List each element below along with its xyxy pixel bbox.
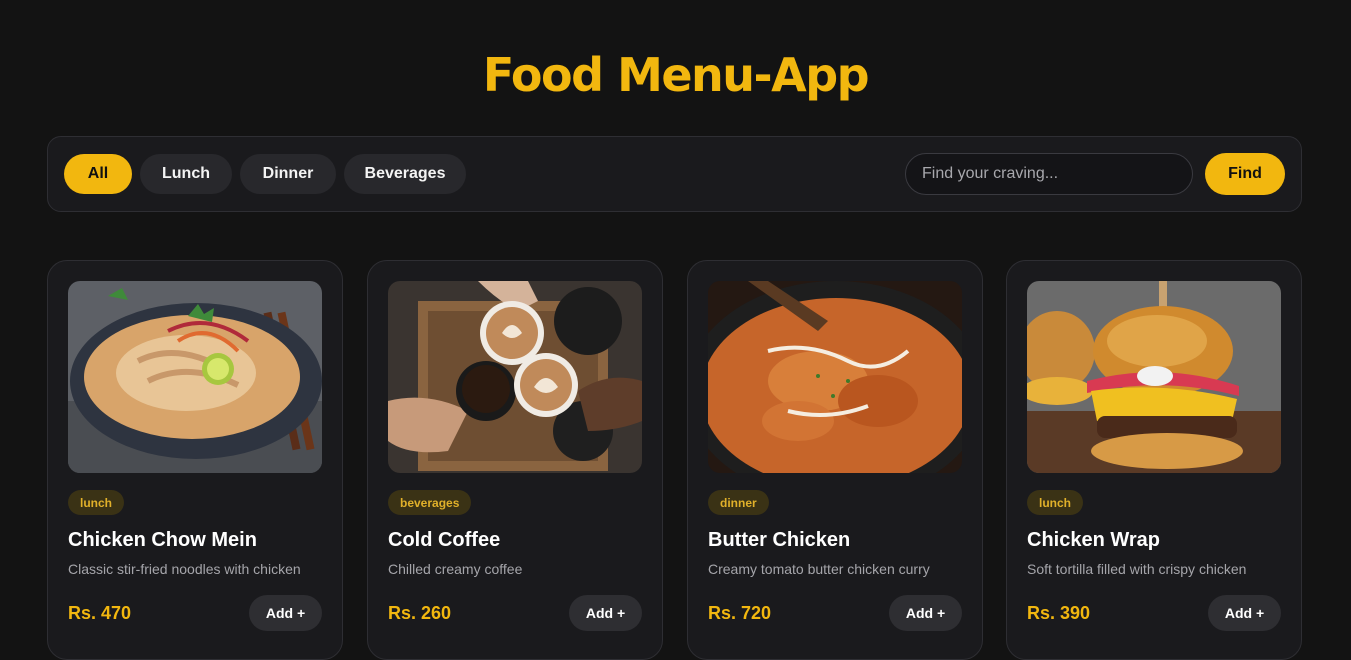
menu-card: beverages Cold Coffee Chilled creamy cof… (367, 260, 663, 660)
item-name: Butter Chicken (708, 529, 851, 551)
search-input[interactable] (905, 153, 1193, 195)
curry-pan-photo (708, 281, 962, 473)
item-name: Chicken Chow Mein (68, 529, 257, 551)
item-name: Chicken Wrap (1027, 529, 1160, 551)
menu-card: lunch Chicken Chow Mein Classic stir-fri… (47, 260, 343, 660)
filter-lunch-button[interactable]: Lunch (140, 154, 232, 194)
burger-photo (1027, 281, 1281, 473)
noodle-bowl-photo (68, 281, 322, 473)
item-description: Classic stir-fried noodles with chicken (68, 561, 301, 577)
item-description: Chilled creamy coffee (388, 561, 523, 577)
category-badge: lunch (68, 490, 124, 515)
item-description: Soft tortilla filled with crispy chicken (1027, 561, 1247, 577)
menu-card: lunch Chicken Wrap Soft tortilla filled … (1006, 260, 1302, 660)
category-badge: beverages (388, 490, 472, 515)
item-price: Rs. 720 (708, 603, 772, 623)
add-to-cart-button[interactable]: Add + (249, 595, 322, 631)
add-to-cart-button[interactable]: Add + (1208, 595, 1281, 631)
add-to-cart-button[interactable]: Add + (889, 595, 962, 631)
filter-all-button[interactable]: All (64, 154, 132, 194)
item-price: Rs. 260 (388, 603, 452, 623)
item-price: Rs. 390 (1027, 603, 1091, 623)
find-button[interactable]: Find (1205, 153, 1285, 195)
page-title: Food Menu-App (482, 48, 870, 102)
add-to-cart-button[interactable]: Add + (569, 595, 642, 631)
filter-toolbar: All Lunch Dinner Beverages Find (47, 136, 1302, 212)
filter-dinner-button[interactable]: Dinner (240, 154, 336, 194)
item-name: Cold Coffee (388, 529, 501, 551)
menu-card: dinner Butter Chicken Creamy tomato butt… (687, 260, 983, 660)
item-price: Rs. 470 (68, 603, 132, 623)
category-badge: dinner (708, 490, 769, 515)
category-badge: lunch (1027, 490, 1083, 515)
item-description: Creamy tomato butter chicken curry (708, 561, 930, 577)
filter-beverages-button[interactable]: Beverages (344, 154, 466, 194)
coffee-cheers-photo (388, 281, 642, 473)
